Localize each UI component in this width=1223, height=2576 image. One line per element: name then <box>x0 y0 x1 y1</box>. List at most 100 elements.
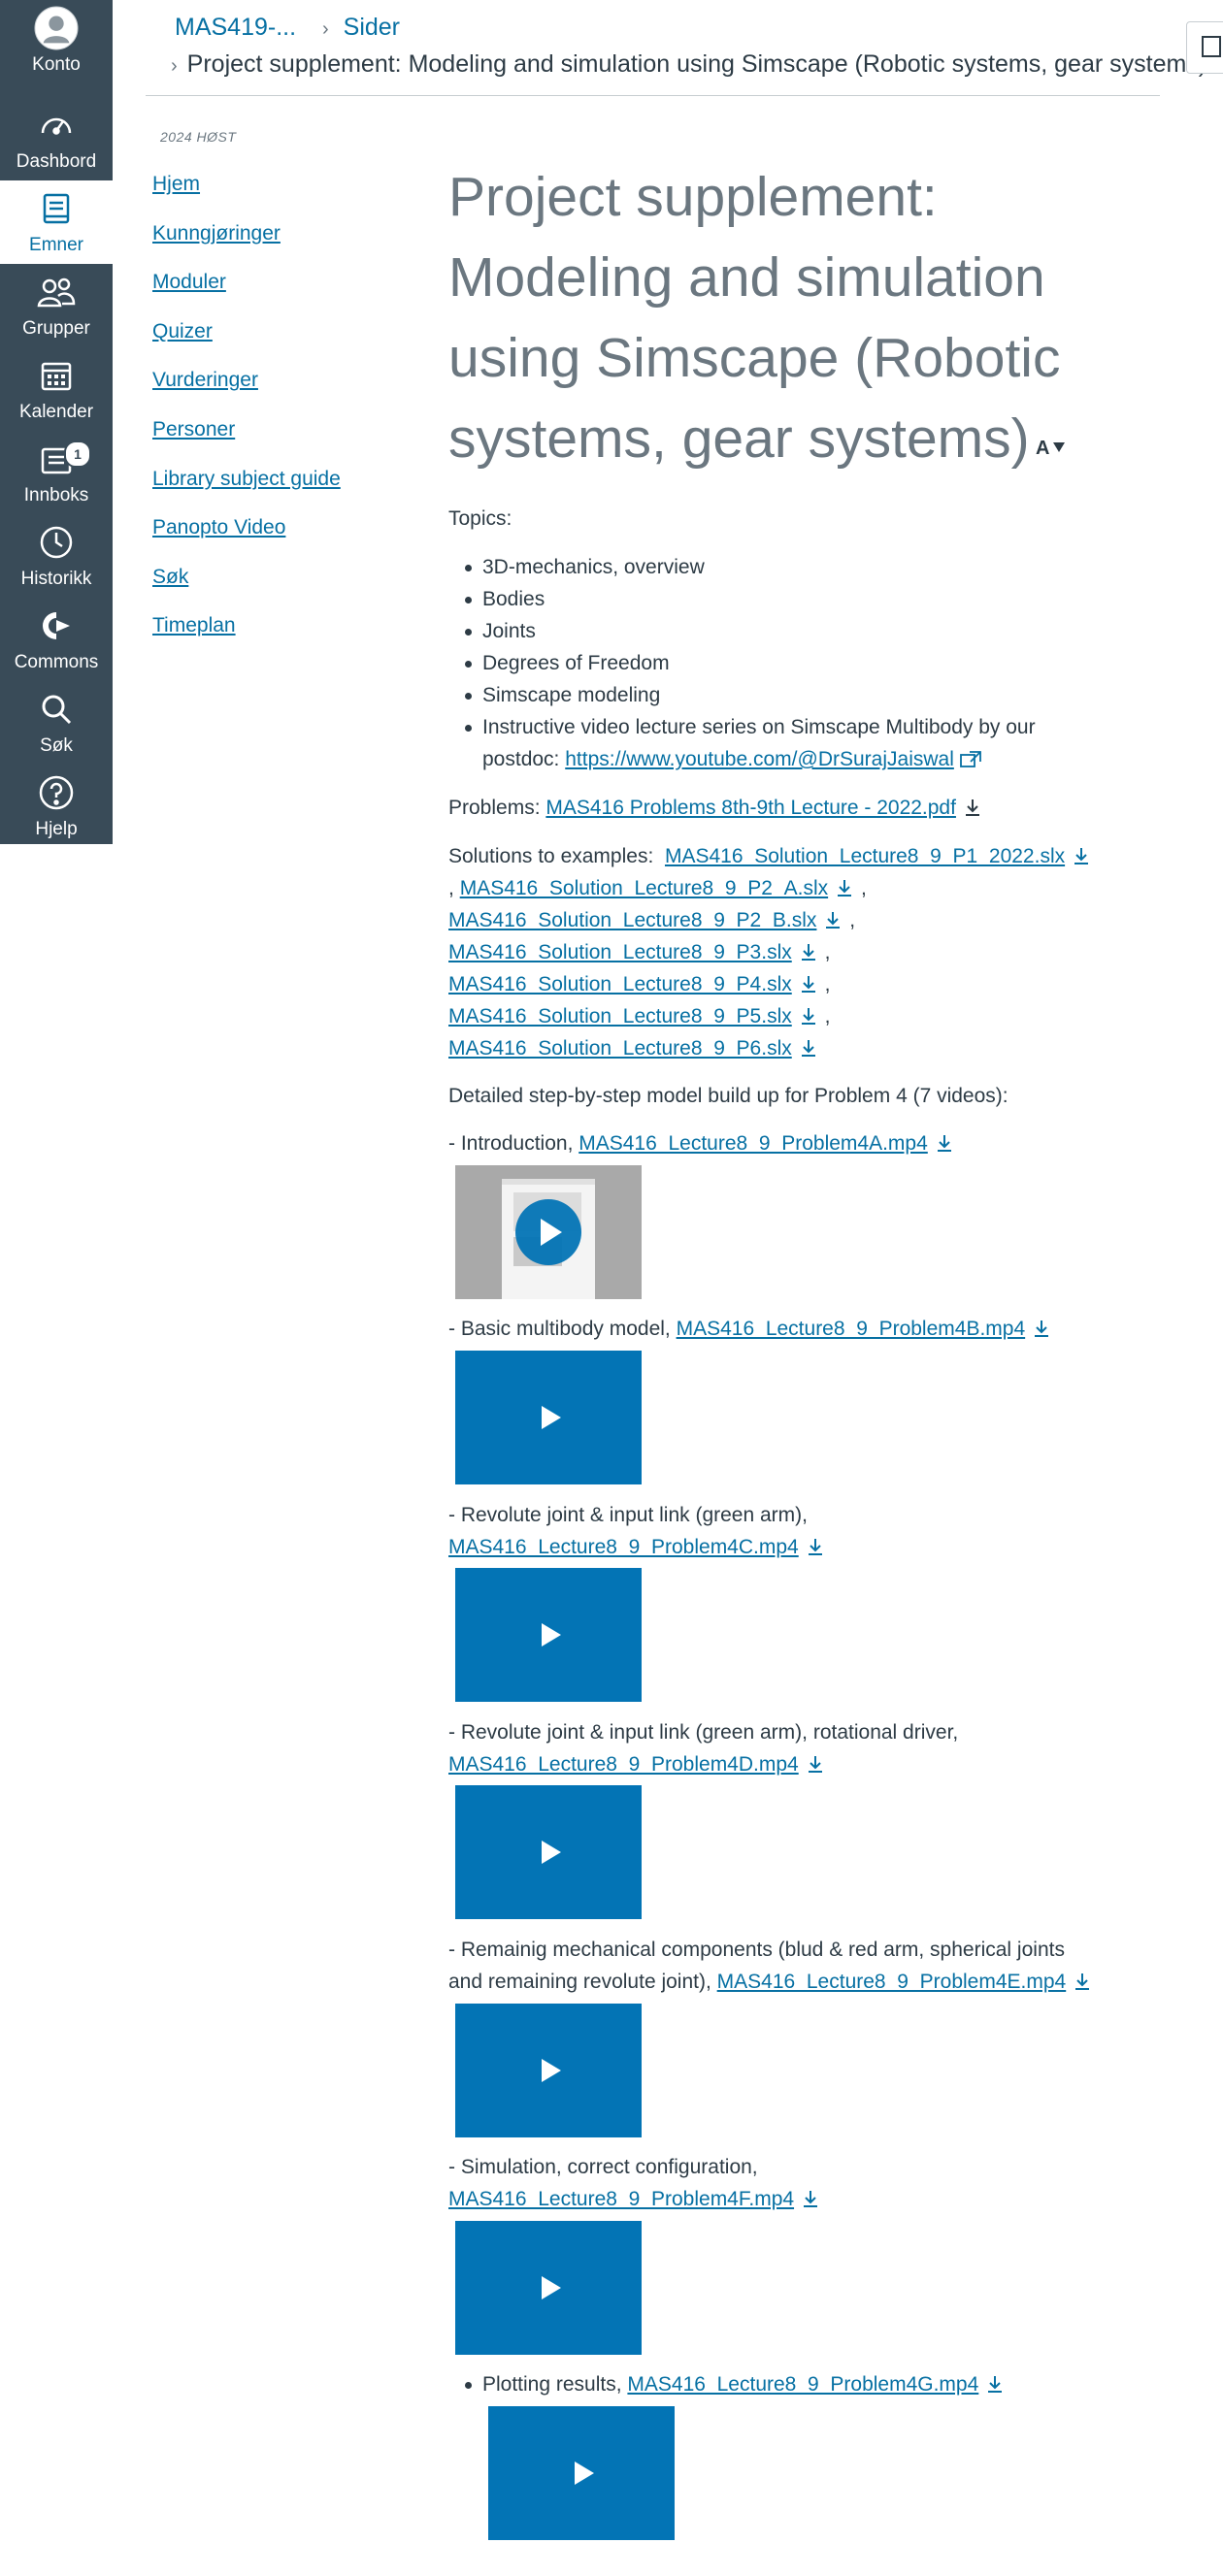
gnav-label: Commons <box>14 652 99 672</box>
help-icon <box>34 770 79 815</box>
gnav-account[interactable]: Konto <box>0 0 113 83</box>
download-icon[interactable] <box>1031 1317 1052 1338</box>
course-nav-announcements[interactable]: Kunngjøringer <box>152 222 281 245</box>
search-icon <box>34 687 79 732</box>
video-caption: - Introduction, MAS416_Lecture8_9_Proble… <box>448 1127 955 1159</box>
topics-heading: Topics: <box>448 507 512 530</box>
chevron-right-icon: › <box>171 55 178 77</box>
video-player[interactable] <box>488 2406 675 2540</box>
download-icon[interactable] <box>805 1535 826 1556</box>
video-desc: - Revolute joint & input link (green arm… <box>448 1504 808 1526</box>
video-file-link[interactable]: MAS416_Lecture8_9_Problem4E.mp4 <box>717 1971 1067 1993</box>
course-nav-grades[interactable]: Vurderinger <box>152 369 258 391</box>
video-player[interactable] <box>455 2221 642 2355</box>
download-icon[interactable] <box>805 1752 826 1774</box>
gnav-label: Søk <box>40 735 73 756</box>
problems-file-link[interactable]: MAS416 Problems 8th-9th Lecture - 2022.p… <box>545 797 956 819</box>
commons-icon <box>34 603 79 648</box>
download-icon[interactable] <box>798 972 819 994</box>
solution-file-link[interactable]: MAS416_Solution_Lecture8_9_P6.slx <box>448 1037 792 1060</box>
download-icon[interactable] <box>800 2187 821 2208</box>
download-icon[interactable] <box>934 1131 955 1153</box>
youtube-link[interactable]: https://www.youtube.com/@DrSurajJaiswal <box>565 748 954 770</box>
svg-text:A: A <box>1036 438 1049 459</box>
separator-comma: , <box>849 909 856 931</box>
solution-file-link[interactable]: MAS416_Solution_Lecture8_9_P5.slx <box>448 1005 792 1027</box>
download-icon[interactable] <box>834 876 855 897</box>
courses-icon <box>34 186 79 231</box>
header-divider <box>146 95 1160 96</box>
solutions-line-3: MAS416_Solution_Lecture8_9_P2_B.slx , <box>448 904 855 936</box>
video-player[interactable] <box>455 2004 642 2137</box>
download-icon[interactable] <box>798 940 819 962</box>
course-nav-home[interactable]: Hjem <box>152 173 200 195</box>
separator-comma: , <box>824 1005 831 1027</box>
video-file-link[interactable]: MAS416_Lecture8_9_Problem4C.mp4 <box>448 1536 799 1558</box>
download-icon[interactable] <box>984 2372 1006 2394</box>
video-file-link[interactable]: MAS416_Lecture8_9_Problem4G.mp4 <box>627 2373 978 2396</box>
play-icon <box>542 1406 561 1429</box>
gnav-help[interactable]: Hjelp <box>0 765 113 848</box>
course-nav-library-guide[interactable]: Library subject guide <box>152 468 341 490</box>
download-icon[interactable] <box>822 908 843 929</box>
gnav-commons[interactable]: Commons <box>0 598 113 681</box>
video-player[interactable] <box>455 1568 642 1702</box>
video-player[interactable] <box>455 1785 642 1919</box>
groups-icon <box>34 270 79 314</box>
solutions-line-7: MAS416_Solution_Lecture8_9_P6.slx <box>448 1032 819 1064</box>
topic-item: Simscape modeling <box>465 679 661 711</box>
topic-text: Joints <box>482 620 536 642</box>
bullet <box>465 597 472 603</box>
solutions-line-1: Solutions to examples: MAS416_Solution_L… <box>448 840 1092 872</box>
video-desc-continued: and remaining revolute joint), <box>448 1971 717 1993</box>
gnav-label: Innboks <box>23 485 89 505</box>
solution-file-link[interactable]: MAS416_Solution_Lecture8_9_P2_A.slx <box>460 877 828 899</box>
video-file-link[interactable]: MAS416_Lecture8_9_Problem4F.mp4 <box>448 2188 794 2210</box>
download-icon[interactable] <box>1072 1970 1093 1991</box>
topic-item: Bodies <box>465 583 545 615</box>
course-nav-schedule[interactable]: Timeplan <box>152 614 236 636</box>
bullet <box>465 661 472 668</box>
gnav-label: Konto <box>32 54 81 75</box>
solution-file-link[interactable]: MAS416_Solution_Lecture8_9_P1_2022.slx <box>665 845 1065 867</box>
gnav-groups[interactable]: Grupper <box>0 264 113 347</box>
video-player[interactable] <box>455 1351 642 1484</box>
video-thumbnail-image <box>455 1165 642 1299</box>
gnav-calendar[interactable]: Kalender <box>0 347 113 431</box>
page-title: Project supplement: Modeling and simulat… <box>448 157 1070 482</box>
video-desc: - Basic multibody model, <box>448 1318 677 1340</box>
course-nav-search[interactable]: Søk <box>152 566 188 588</box>
download-icon[interactable] <box>798 1004 819 1026</box>
download-icon[interactable] <box>798 1036 819 1058</box>
video-file-link[interactable]: MAS416_Lecture8_9_Problem4B.mp4 <box>677 1318 1026 1340</box>
course-nav-modules[interactable]: Moduler <box>152 271 226 293</box>
solution-file-link[interactable]: MAS416_Solution_Lecture8_9_P3.slx <box>448 941 792 963</box>
video-caption: MAS416_Lecture8_9_Problem4C.mp4 <box>448 1531 826 1563</box>
course-nav-people[interactable]: Personer <box>152 418 235 440</box>
solution-file-link[interactable]: MAS416_Solution_Lecture8_9_P2_B.slx <box>448 909 816 931</box>
immersive-reader-button[interactable] <box>1186 21 1223 74</box>
gnav-inbox[interactable]: 1 Innboks <box>0 431 113 514</box>
gnav-history[interactable]: Historikk <box>0 514 113 598</box>
video-desc: Plotting results, <box>482 2373 628 2396</box>
course-nav-quizzes[interactable]: Quizer <box>152 320 213 342</box>
download-icon[interactable] <box>1071 844 1092 865</box>
gnav-courses[interactable]: Emner <box>0 180 113 264</box>
breadcrumb-pages-link[interactable]: Sider <box>344 14 400 41</box>
play-icon <box>542 1623 561 1647</box>
history-icon <box>34 520 79 565</box>
solution-file-link[interactable]: MAS416_Solution_Lecture8_9_P4.slx <box>448 973 792 995</box>
breadcrumb: MAS419-... › Sider <box>175 14 400 42</box>
download-icon[interactable] <box>962 796 983 817</box>
solutions-label: Solutions to examples: <box>448 845 654 867</box>
course-nav-panopto[interactable]: Panopto Video <box>152 516 285 538</box>
gnav-search[interactable]: Søk <box>0 681 113 765</box>
video-player[interactable] <box>455 1165 642 1299</box>
calendar-icon <box>34 353 79 398</box>
topic-text: Simscape modeling <box>482 684 661 706</box>
video-file-link[interactable]: MAS416_Lecture8_9_Problem4D.mp4 <box>448 1753 799 1776</box>
accessibility-icon[interactable]: A <box>1036 402 1067 482</box>
video-file-link[interactable]: MAS416_Lecture8_9_Problem4A.mp4 <box>578 1132 928 1155</box>
breadcrumb-course-link[interactable]: MAS419-... <box>175 14 296 41</box>
gnav-dashboard[interactable]: Dashbord <box>0 97 113 180</box>
